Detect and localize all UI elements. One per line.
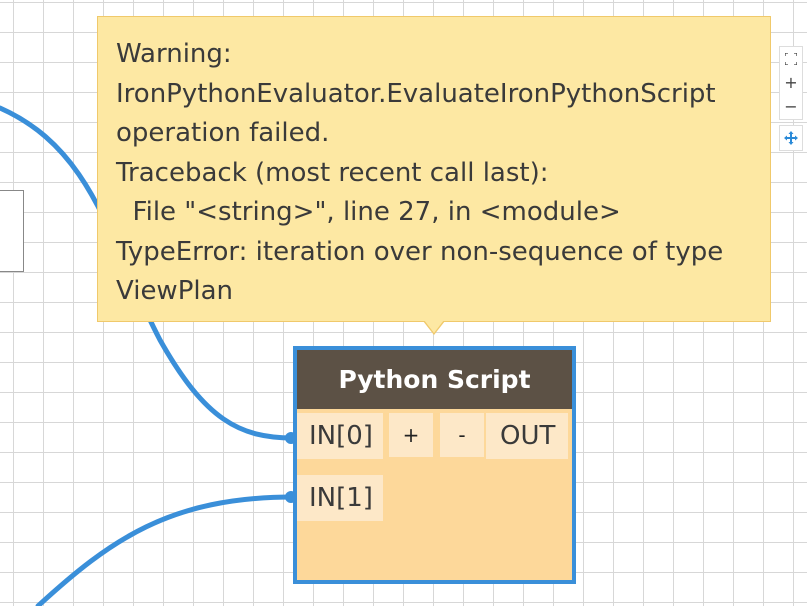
in0-connector[interactable] [285, 432, 297, 444]
add-input-button[interactable]: + [389, 413, 433, 457]
warning-message: Warning: IronPythonEvaluator.EvaluateIro… [116, 39, 724, 306]
remove-input-button[interactable]: - [440, 413, 484, 457]
fit-to-screen-icon[interactable] [780, 47, 802, 71]
zoom-in-button[interactable]: + [780, 71, 802, 95]
node-title[interactable]: Python Script [297, 350, 572, 409]
output-port-out[interactable]: OUT [486, 413, 568, 459]
python-script-node[interactable]: Python Script IN[0] + - OUT IN[1] [293, 346, 576, 584]
tooltip-arrow-fill [424, 320, 444, 333]
zoom-out-button[interactable]: − [780, 95, 802, 119]
offscreen-node[interactable] [0, 190, 24, 272]
zoom-controls: + − [779, 46, 803, 120]
workspace-canvas[interactable]: Warning: IronPythonEvaluator.EvaluateIro… [0, 0, 807, 606]
pan-move-icon[interactable] [779, 125, 803, 151]
input-port-in1[interactable]: IN[1] [297, 475, 383, 521]
warning-tooltip: Warning: IronPythonEvaluator.EvaluateIro… [97, 16, 771, 322]
input-port-in0[interactable]: IN[0] [297, 413, 383, 459]
in1-connector[interactable] [285, 491, 297, 503]
wire-to-in1[interactable] [35, 494, 296, 606]
